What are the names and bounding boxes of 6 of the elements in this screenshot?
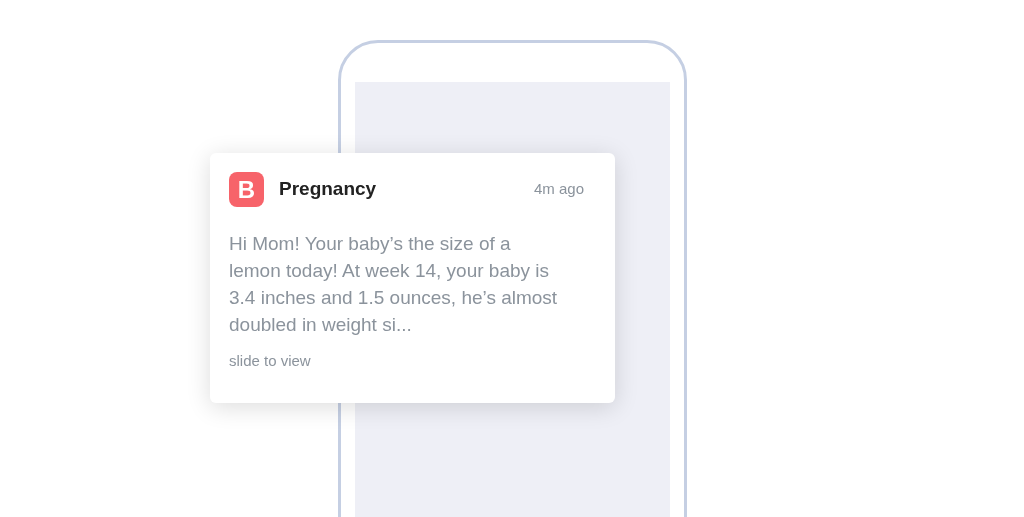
notification-card[interactable]: B Pregnancy 4m ago Hi Mom! Your baby’s the size of a lemon today! At week 14, your baby is 3.4 inches and 1.5 ounces, he’s almost doubled in weight si... slide to view — [210, 153, 615, 403]
notification-time: 4m ago — [533, 179, 584, 200]
notification-message: Hi Mom! Your baby’s the size of a lemon today! At week 14, your baby is 3.4 inches and 1.5 ounces, he’s almost doubled in weight si... — [229, 232, 559, 337]
app-name: Pregnancy — [279, 177, 377, 202]
slide-hint: slide to view — [229, 351, 312, 371]
app-logo: B — [229, 172, 264, 207]
